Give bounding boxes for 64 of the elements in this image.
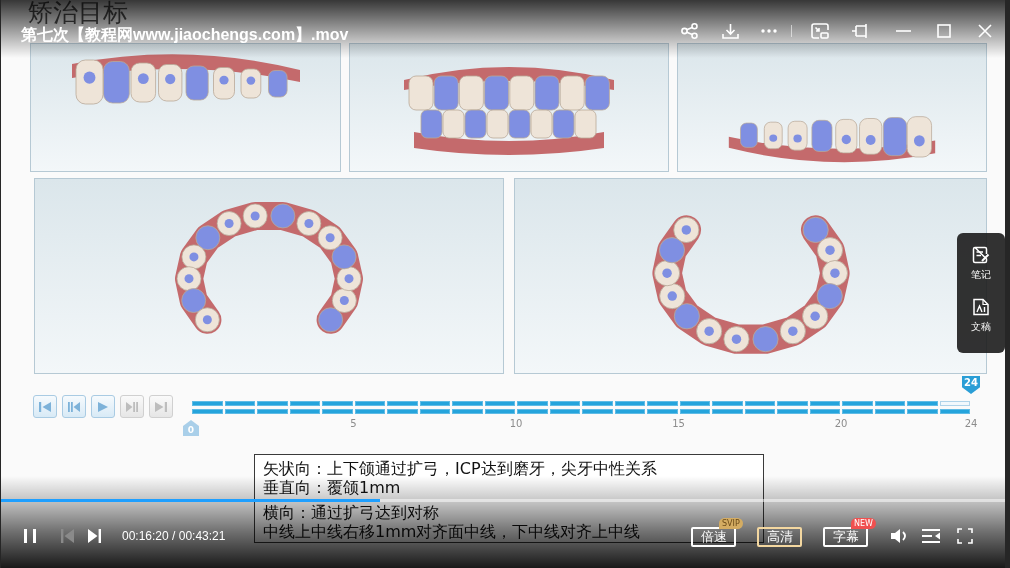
lower-stage-bar[interactable] (354, 409, 385, 414)
notes-button[interactable]: 笔记 (971, 246, 991, 281)
note-icon (972, 246, 990, 264)
skip-forward-icon[interactable] (88, 529, 101, 543)
stage-tick-label: 5 (350, 418, 357, 430)
upper-stage-bar[interactable] (289, 401, 320, 406)
note-line: 中线上中线右移1mm对齐面中线，下中线对齐上中线 (263, 522, 641, 541)
lower-stage-bar[interactable] (289, 409, 320, 414)
upper-stage-bar[interactable] (744, 401, 775, 406)
stage-tick-label: 24 (964, 418, 978, 430)
more-icon[interactable] (761, 29, 777, 33)
upper-stage-bar[interactable] (939, 401, 970, 406)
upper-stage-bar[interactable] (354, 401, 385, 406)
lower-stage-bar[interactable] (679, 409, 710, 414)
previous-stage-button[interactable] (62, 395, 86, 418)
pause-icon[interactable] (23, 529, 37, 543)
lower-stage-bar[interactable] (939, 409, 970, 414)
upper-stage-bar[interactable] (874, 401, 905, 406)
lower-stage-bar[interactable] (484, 409, 515, 414)
time-display: 00:16:20 / 00:43:21 (122, 529, 226, 543)
download-icon[interactable] (722, 23, 739, 39)
upper-stage-bar[interactable] (224, 401, 255, 406)
window-title: 第七次【教程网www.jiaochengs.com】.mov (21, 27, 349, 43)
first-stage-button[interactable] (33, 395, 57, 418)
slide-title: 矫治目标 (28, 0, 128, 26)
upper-stage-bar[interactable] (419, 401, 450, 406)
progress-track[interactable] (1, 499, 1005, 502)
volume-icon[interactable] (890, 528, 908, 544)
transcript-button[interactable]: 文稿 (971, 298, 991, 333)
stage-tick-label: 15 (672, 418, 685, 430)
share-icon[interactable] (681, 23, 698, 39)
skip-start-icon (39, 401, 51, 412)
note-line: 垂直向：覆颌1mm (263, 478, 401, 497)
upper-stage-bar[interactable] (484, 401, 515, 406)
document-icon (972, 298, 990, 316)
lower-stage-bar[interactable] (614, 409, 645, 414)
note-line: 横向：通过扩弓达到对称 (263, 503, 439, 522)
upper-stage-bar[interactable] (809, 401, 840, 406)
step-back-icon (68, 401, 80, 412)
stage-tick-label: 20 (834, 418, 848, 430)
lower-stage-bar[interactable] (874, 409, 905, 414)
lower-stage-bar[interactable] (744, 409, 775, 414)
picture-in-picture-icon[interactable] (811, 23, 829, 39)
play-button[interactable] (91, 395, 115, 418)
skip-end-icon (155, 401, 167, 412)
note-line: 矢状向：上下颌通过扩弓，ICP达到磨牙，尖牙中性关系 (263, 459, 657, 478)
pin-icon[interactable] (851, 23, 869, 39)
step-forward-icon (126, 401, 138, 412)
upper-stage-bar[interactable] (549, 401, 580, 406)
lower-stage-bar[interactable] (549, 409, 580, 414)
close-icon[interactable] (978, 24, 992, 38)
stage-tick-label: 10 (509, 418, 523, 430)
fullscreen-icon[interactable] (957, 528, 973, 544)
lower-stage-bar[interactable] (809, 409, 840, 414)
maximize-icon[interactable] (937, 24, 951, 38)
upper-stage-bar[interactable] (679, 401, 710, 406)
option-badge: NEW (851, 517, 876, 529)
lower-stage-bar[interactable] (419, 409, 450, 414)
play-icon (97, 401, 109, 412)
player-option-button[interactable]: 高清 (757, 526, 802, 547)
lower-stage-bar[interactable] (224, 409, 255, 414)
playlist-icon[interactable] (921, 528, 941, 544)
option-badge: SVIP (719, 517, 743, 529)
upper-stage-bar[interactable] (614, 401, 645, 406)
